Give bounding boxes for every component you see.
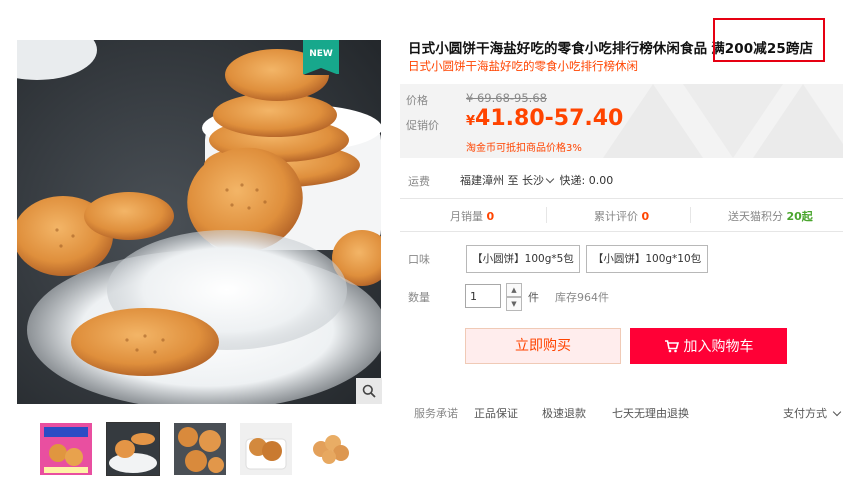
new-badge: NEW (303, 40, 339, 75)
promo-price: ¥41.80-57.40 (466, 106, 623, 131)
chevron-down-icon: ▼ (511, 300, 517, 308)
shipping-info: 福建漳州 至 长沙 快递: 0.00 (460, 172, 613, 188)
thumbnail-3[interactable] (174, 423, 226, 475)
stats-divider-top (400, 198, 843, 199)
reviews-value: 0 (641, 210, 650, 223)
service-label: 服务承诺 (414, 407, 458, 420)
service-item-genuine[interactable]: 正品保证 (474, 405, 518, 421)
monthly-sales-label: 月销量 (450, 210, 483, 223)
quantity-input[interactable]: 1 (465, 284, 501, 308)
points-value: 20起 (786, 210, 813, 223)
quantity-unit: 件 (528, 291, 539, 304)
thumbnail-2[interactable] (106, 422, 160, 476)
price-panel: 价格 ¥ 69.68-95.68 促销价 ¥41.80-57.40 淘金币可抵扣… (400, 84, 843, 158)
payment-methods-dropdown[interactable]: 支付方式 (783, 405, 841, 421)
service-item-fast-refund[interactable]: 极速退款 (542, 405, 586, 421)
promo-price-label: 促销价 (406, 119, 439, 132)
search-icon (362, 384, 376, 398)
flavor-option-5pack[interactable]: 【小圆饼】100g*5包 (466, 245, 580, 273)
add-to-cart-button[interactable]: 加入购物车 (630, 328, 787, 364)
flavor-label: 口味 (408, 253, 430, 266)
cart-icon (664, 339, 679, 352)
flavor-option-10pack[interactable]: 【小圆饼】100g*10包 (586, 245, 708, 273)
product-title-text: 日式小圆饼干海盐好吃的零食小吃排行榜休闲食品 (408, 41, 708, 57)
chevron-down-icon (545, 174, 555, 184)
ship-to-selector[interactable]: 长沙 (522, 174, 556, 187)
stat-separator (690, 207, 691, 223)
quantity-decrease-button[interactable]: ▼ (506, 297, 522, 311)
reviews-label: 累计评价 (594, 210, 638, 223)
zoom-button[interactable] (356, 378, 382, 404)
ship-from: 福建漳州 (460, 174, 504, 187)
review-count[interactable]: 累计评价 0 (594, 208, 649, 224)
ship-to-word: 至 (507, 174, 519, 187)
currency-symbol: ¥ (466, 114, 476, 129)
monthly-sales-value: 0 (486, 210, 495, 223)
thumbnail-5[interactable] (305, 423, 357, 475)
ship-to[interactable]: 长沙 (522, 174, 544, 187)
quantity-increase-button[interactable]: ▲ (506, 283, 522, 297)
thumbnail-1[interactable] (40, 423, 92, 475)
payment-methods-label: 支付方式 (783, 407, 827, 420)
service-item-7day-return[interactable]: 七天无理由退换 (612, 405, 689, 421)
chevron-up-icon: ▲ (511, 286, 517, 294)
monthly-sales: 月销量 0 (450, 208, 494, 224)
stats-divider-bottom (400, 231, 843, 232)
tmall-points: 送天猫积分 20起 (728, 208, 813, 224)
add-to-cart-label: 加入购物车 (683, 339, 754, 355)
taojinbi-note[interactable]: 淘金币可抵扣商品价格3% (466, 139, 582, 154)
main-product-image[interactable] (17, 40, 381, 404)
quantity-label: 数量 (408, 291, 430, 304)
price-label: 价格 (406, 94, 428, 107)
chevron-down-icon (832, 407, 841, 417)
shipping-label: 运费 (408, 175, 430, 188)
stat-separator (546, 207, 547, 223)
points-label: 送天猫积分 (728, 210, 783, 223)
ship-method: 快递: 0.00 (559, 174, 614, 187)
original-price: ¥ 69.68-95.68 (466, 91, 547, 105)
stock-count: 库存964件 (555, 291, 609, 304)
buy-now-button[interactable]: 立即购买 (465, 328, 621, 364)
product-subtitle: 日式小圆饼干海盐好吃的零食小吃排行榜休闲 (408, 59, 638, 73)
thumbnail-4[interactable] (240, 423, 292, 475)
promo-price-value: 41.80-57.40 (475, 106, 624, 131)
promo-highlight-box (713, 18, 825, 62)
